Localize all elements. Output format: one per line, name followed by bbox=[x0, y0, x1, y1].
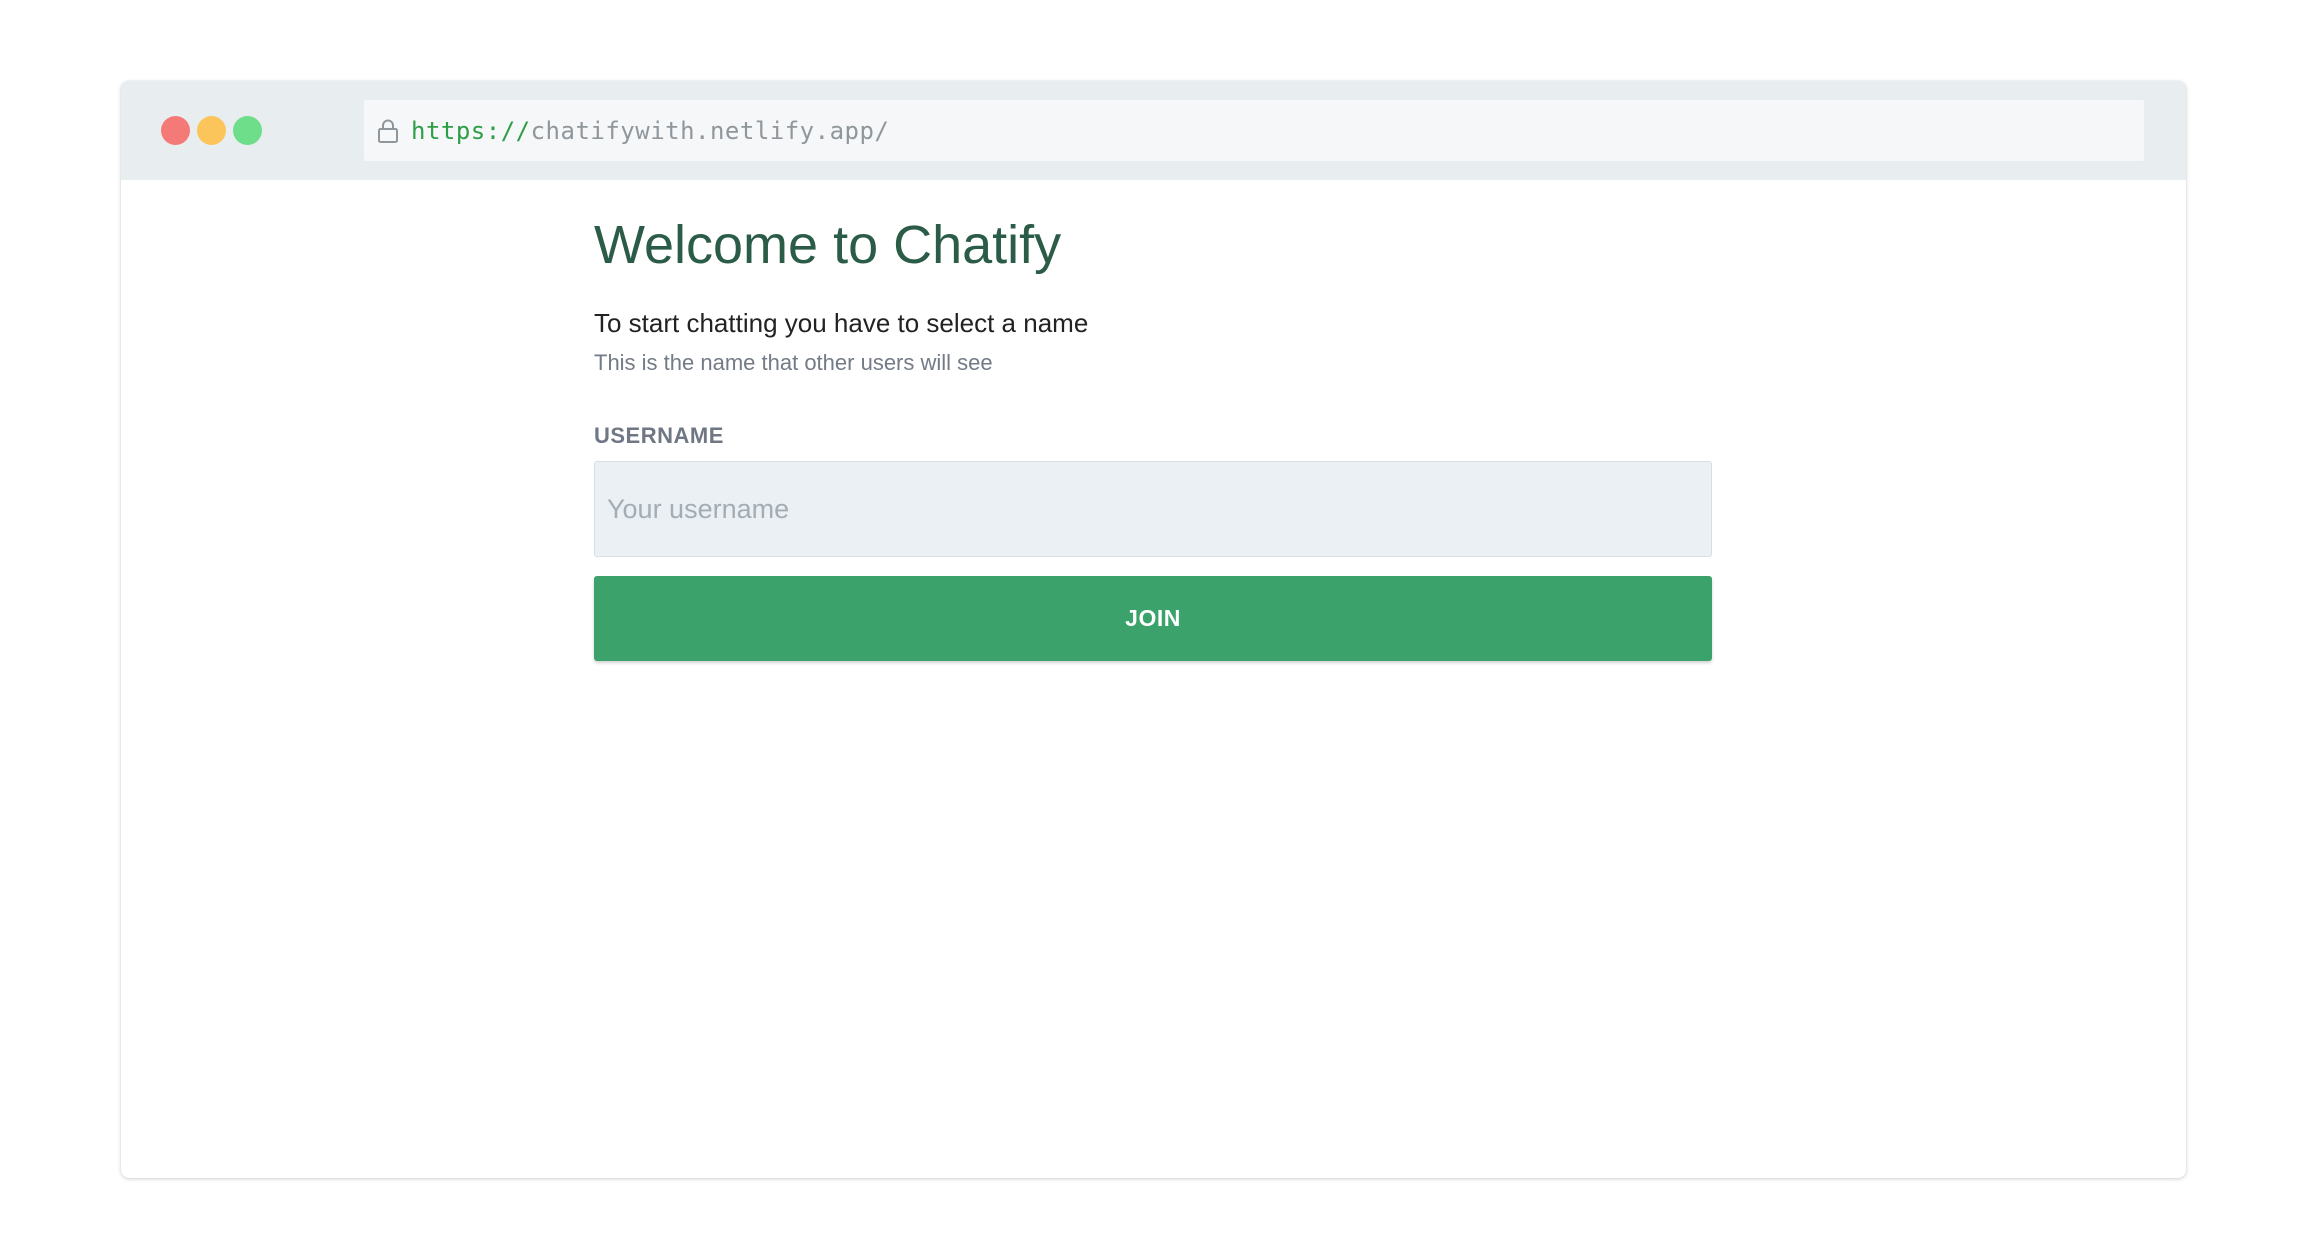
minimize-window-button[interactable] bbox=[197, 116, 226, 145]
url-text: https://chatifywith.netlify.app/ bbox=[411, 117, 889, 145]
maximize-window-button[interactable] bbox=[233, 116, 262, 145]
browser-window: https://chatifywith.netlify.app/ Welcome… bbox=[121, 81, 2186, 1178]
username-label: USERNAME bbox=[594, 423, 724, 448]
username-hint: This is the name that other users will s… bbox=[594, 350, 993, 375]
page-title: Welcome to Chatify bbox=[594, 215, 1062, 275]
url-host: chatifywith.netlify.app/ bbox=[530, 116, 890, 145]
browser-toolbar: https://chatifywith.netlify.app/ bbox=[121, 81, 2186, 180]
close-window-button[interactable] bbox=[161, 116, 190, 145]
lock-icon bbox=[377, 118, 399, 144]
address-bar[interactable]: https://chatifywith.netlify.app/ bbox=[364, 100, 2144, 161]
url-scheme: https:// bbox=[411, 116, 531, 145]
page-subtitle: To start chatting you have to select a n… bbox=[594, 308, 1089, 338]
username-input[interactable] bbox=[594, 461, 1712, 557]
join-button[interactable]: JOIN bbox=[594, 576, 1712, 661]
